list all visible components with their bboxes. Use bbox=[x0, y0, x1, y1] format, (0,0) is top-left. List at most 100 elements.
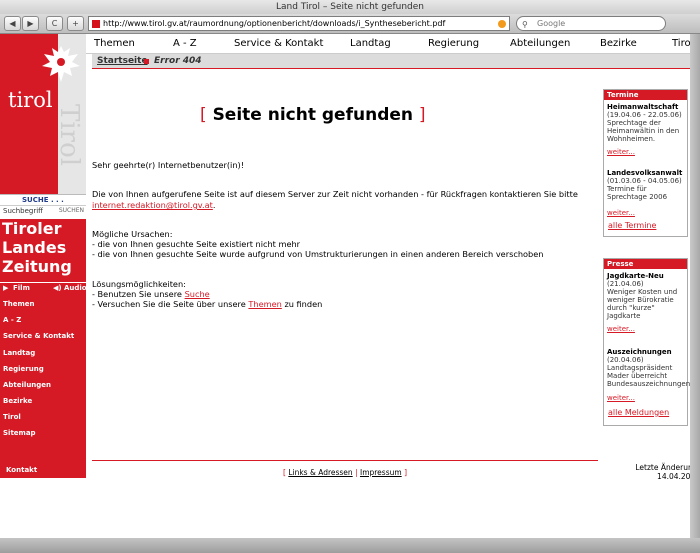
all-meldungen-link[interactable]: alle Meldungen bbox=[604, 409, 687, 417]
sidebar-item-service-kontakt[interactable]: Service & Kontakt bbox=[3, 332, 74, 340]
eagle-icon bbox=[42, 46, 80, 82]
sidebar: tirol Tirol SUCHE . . . Suchbegriff SUCH… bbox=[0, 34, 87, 478]
tab-a-z[interactable]: A - Z bbox=[173, 38, 197, 49]
tab-abteilungen[interactable]: Abteilungen bbox=[510, 38, 570, 49]
breadcrumb: Startseite Error 404 bbox=[92, 54, 690, 69]
intro-text: Die von Ihnen aufgerufene Seite ist auf … bbox=[92, 189, 578, 199]
sidebar-item-tirol[interactable]: Tirol bbox=[3, 413, 21, 421]
back-button[interactable]: ◀ bbox=[4, 16, 21, 31]
search-placeholder: Google bbox=[537, 19, 566, 28]
tirol-logo[interactable]: tirol Tirol bbox=[0, 34, 86, 194]
sidebar-item-themen[interactable]: Themen bbox=[3, 300, 35, 308]
solutions-title: Lösungsmöglichkeiten: bbox=[92, 279, 186, 289]
top-navigation: Themen A - Z Service & Kontakt Landtag R… bbox=[86, 34, 693, 54]
address-bar[interactable]: http://www.tirol.gv.at/raumordnung/optio… bbox=[88, 16, 510, 31]
tab-bezirke[interactable]: Bezirke bbox=[600, 38, 637, 49]
last-updated: Letzte Änderung: 14.04.2005 bbox=[600, 463, 700, 481]
presse-item-title: Jagdkarte-Neu bbox=[607, 272, 664, 280]
solution-2-suffix: zu finden bbox=[284, 299, 323, 309]
heading-bracket-open: [ bbox=[200, 105, 207, 125]
footer-links-link[interactable]: Links & Adressen bbox=[288, 468, 352, 477]
footer-separator: | bbox=[355, 468, 358, 477]
reload-button[interactable]: C bbox=[46, 16, 63, 31]
audio-icon: ◀) bbox=[53, 284, 62, 292]
cause-1: - die von Ihnen gesuchte Seite existiert… bbox=[92, 239, 301, 249]
termin-date: (01.03.06 - 04.05.06) bbox=[607, 177, 682, 185]
tz-line-2: Landes bbox=[2, 238, 67, 257]
footer-impressum-link[interactable]: Impressum bbox=[360, 468, 402, 477]
tab-service-kontakt[interactable]: Service & Kontakt bbox=[234, 38, 323, 49]
presse-item-title: Auszeichnungen bbox=[607, 348, 672, 356]
tz-line-1: Tiroler bbox=[2, 219, 62, 238]
footer: [ Links & Adressen | Impressum ] bbox=[92, 468, 598, 477]
tab-landtag[interactable]: Landtag bbox=[350, 38, 391, 49]
termin-item: Landesvolksanwalt (01.03.06 - 04.05.06) … bbox=[604, 166, 687, 222]
sidebar-search-button[interactable]: SUCHEN bbox=[59, 206, 84, 216]
solution-2: - Versuchen Sie die Seite über unsere Th… bbox=[92, 299, 322, 309]
search-link[interactable]: Suche bbox=[185, 289, 210, 299]
presse-title: Presse bbox=[604, 259, 687, 269]
email-link[interactable]: internet.redaktion@tirol.gv.at bbox=[92, 200, 213, 210]
greeting: Sehr geehrte(r) Internetbenutzer(in)! bbox=[92, 160, 244, 170]
presse-item: Jagdkarte-Neu (21.04.06) Weniger Kosten … bbox=[604, 269, 687, 345]
termine-box: Termine Heimanwaltschaft (19.04.06 - 22.… bbox=[603, 89, 688, 237]
solution-1: - Benutzen Sie unsere Suche bbox=[92, 289, 210, 299]
all-termine-link[interactable]: alle Termine bbox=[604, 222, 687, 230]
window-title: Land Tirol – Seite nicht gefunden bbox=[0, 0, 700, 14]
tab-regierung[interactable]: Regierung bbox=[428, 38, 479, 49]
termin-title: Landesvolksanwalt bbox=[607, 169, 683, 177]
sidebar-item-a-z[interactable]: A - Z bbox=[3, 316, 21, 324]
tiroler-landeszeitung-banner[interactable]: Tiroler Landes Zeitung bbox=[0, 219, 86, 283]
sidebar-search-label: SUCHE . . . bbox=[0, 194, 86, 204]
causes-title: Mögliche Ursachen: bbox=[92, 229, 173, 239]
url-text: http://www.tirol.gv.at/raumordnung/optio… bbox=[103, 19, 446, 28]
intro-paragraph: Die von Ihnen aufgerufene Seite ist auf … bbox=[92, 189, 597, 211]
themes-link[interactable]: Themen bbox=[248, 299, 281, 309]
tab-themen[interactable]: Themen bbox=[94, 38, 135, 49]
breadcrumb-separator-icon bbox=[144, 59, 149, 64]
presse-more-link[interactable]: weiter... bbox=[607, 394, 685, 402]
sidebar-item-regierung[interactable]: Regierung bbox=[3, 365, 44, 373]
logo-text: tirol bbox=[8, 88, 53, 112]
sidebar-item-bezirke[interactable]: Bezirke bbox=[3, 397, 32, 405]
intro-period: . bbox=[212, 200, 216, 210]
tz-line-3: Zeitung bbox=[2, 257, 72, 276]
footer-divider bbox=[92, 460, 598, 461]
forward-button[interactable]: ▶ bbox=[22, 16, 39, 31]
presse-item-date: (20.04.06) bbox=[607, 356, 644, 364]
sidebar-item-abteilungen[interactable]: Abteilungen bbox=[3, 381, 51, 389]
footer-bracket-open: [ bbox=[282, 468, 286, 477]
termin-text: Termine für Sprechtage 2006 bbox=[607, 185, 668, 201]
presse-item-text: Landtagspräsident Mader überreicht Bunde… bbox=[607, 364, 691, 388]
termine-title: Termine bbox=[604, 90, 687, 100]
film-link[interactable]: Film bbox=[13, 283, 30, 294]
logo-vertical-text: Tirol bbox=[54, 104, 84, 167]
breadcrumb-home[interactable]: Startseite bbox=[97, 54, 148, 69]
rss-icon[interactable] bbox=[498, 20, 506, 28]
termin-text: Sprechtage der Heimanwältin in den Wohnh… bbox=[607, 119, 680, 143]
presse-more-link[interactable]: weiter... bbox=[607, 325, 685, 333]
termin-more-link[interactable]: weiter... bbox=[607, 209, 685, 217]
last-updated-label: Letzte Änderung: bbox=[635, 463, 700, 472]
audio-link[interactable]: Audio bbox=[64, 283, 87, 294]
page-title: [ Seite nicht gefunden ] bbox=[200, 107, 426, 124]
presse-item-text: Weniger Kosten und weniger Bürokratie du… bbox=[607, 288, 678, 320]
solution-2-text: - Versuchen Sie die Seite über unsere bbox=[92, 299, 246, 309]
termin-item: Heimanwaltschaft (19.04.06 - 22.05.06) S… bbox=[604, 100, 687, 166]
search-field[interactable]: ⚲ Google bbox=[516, 16, 666, 31]
footer-bracket-close: ] bbox=[404, 468, 407, 477]
sidebar-item-sitemap[interactable]: Sitemap bbox=[3, 429, 36, 437]
add-bookmark-button[interactable]: + bbox=[67, 16, 84, 31]
sidebar-item-landtag[interactable]: Landtag bbox=[3, 349, 35, 357]
search-icon: ⚲ bbox=[522, 20, 528, 29]
breadcrumb-current: Error 404 bbox=[154, 56, 202, 66]
sidebar-search-input[interactable]: Suchbegriff SUCHEN bbox=[0, 205, 86, 215]
media-links: ▶ Film ◀) Audio bbox=[0, 283, 87, 294]
termin-date: (19.04.06 - 22.05.06) bbox=[607, 111, 682, 119]
sidebar-item-kontakt[interactable]: Kontakt bbox=[6, 466, 37, 474]
heading-bracket-close: ] bbox=[418, 105, 426, 125]
sidebar-nav: Themen A - Z Service & Kontakt Landtag R… bbox=[0, 294, 86, 478]
solution-1-text: - Benutzen Sie unsere bbox=[92, 289, 182, 299]
termin-more-link[interactable]: weiter... bbox=[607, 148, 685, 156]
presse-item-date: (21.04.06) bbox=[607, 280, 644, 288]
